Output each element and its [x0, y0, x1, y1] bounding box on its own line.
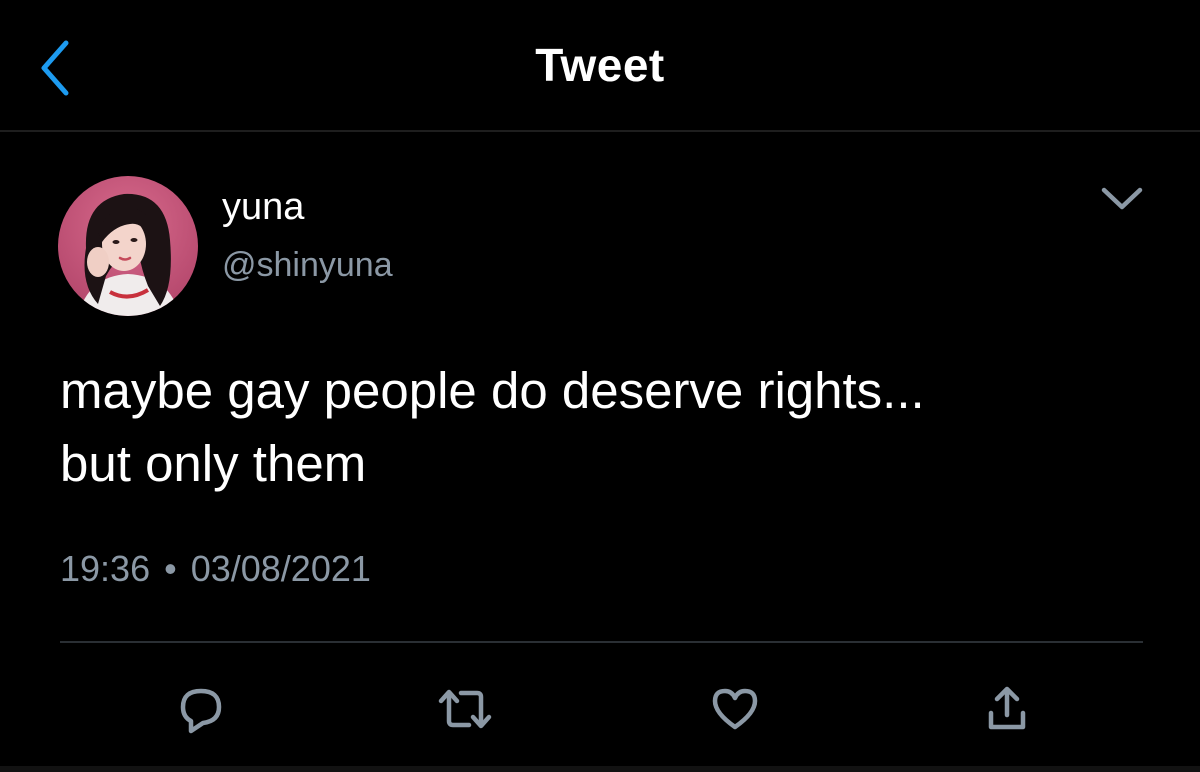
share-icon [988, 686, 1026, 730]
author-display-name[interactable]: yuna [222, 186, 304, 229]
page-title: Tweet [535, 39, 665, 91]
retweet-button[interactable] [430, 674, 500, 744]
chevron-down-icon [1101, 187, 1143, 210]
share-button[interactable] [972, 674, 1042, 744]
separator-dot: • [164, 548, 177, 589]
retweet-icon [438, 689, 492, 729]
tweet-actions [0, 674, 1200, 744]
tweet-timestamp: 19:36 • 03/08/2021 [60, 548, 371, 590]
avatar[interactable] [58, 176, 198, 316]
author-handle[interactable]: @shinyuna [222, 246, 393, 285]
tweet-date: 03/08/2021 [190, 548, 371, 589]
more-options-button[interactable] [1094, 176, 1150, 220]
reply-button[interactable] [166, 674, 236, 744]
tweet-text: maybe gay people do deserve rights... bu… [60, 362, 925, 492]
top-bar: Tweet [0, 0, 1200, 132]
profile-photo [58, 176, 198, 316]
like-button[interactable] [700, 674, 770, 744]
bottom-edge [0, 766, 1200, 772]
tweet-time: 19:36 [60, 548, 151, 589]
heart-icon [712, 688, 758, 730]
reply-icon [180, 688, 222, 734]
divider [60, 641, 1143, 643]
